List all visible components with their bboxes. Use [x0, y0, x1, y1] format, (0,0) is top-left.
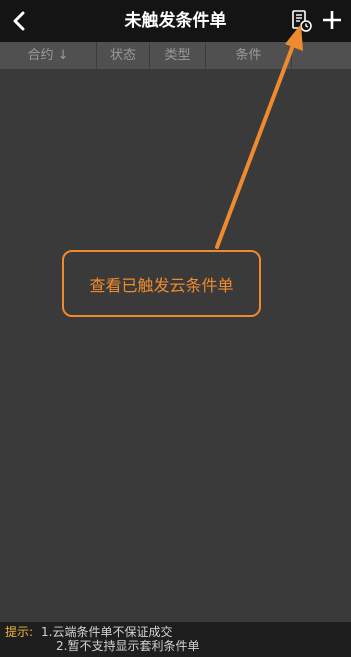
plus-icon	[323, 11, 341, 29]
back-button[interactable]	[6, 8, 32, 34]
column-condition: 条件	[206, 42, 292, 69]
column-status: 状态	[97, 42, 150, 69]
order-list-area	[0, 69, 351, 622]
triggered-orders-hint: 查看已触发云条件单	[62, 250, 261, 317]
triggered-orders-button[interactable]	[289, 9, 313, 33]
tips-label: 提示:	[5, 625, 34, 639]
document-clock-icon	[292, 10, 312, 32]
tips-footer: 提示: 1.云端条件单不保证成交 2.暂不支持显示套利条件单	[0, 622, 351, 657]
top-bar: 未触发条件单	[0, 0, 351, 42]
column-type: 类型	[150, 42, 206, 69]
tips-line-2: 2.暂不支持显示套利条件单	[56, 639, 200, 653]
add-condition-button[interactable]	[318, 6, 346, 34]
column-header: 合约 ↓ 状态 类型 条件	[0, 42, 351, 69]
tips-line-1: 1.云端条件单不保证成交	[41, 625, 173, 639]
column-contract[interactable]: 合约 ↓	[0, 42, 97, 69]
chevron-left-icon	[13, 11, 25, 31]
